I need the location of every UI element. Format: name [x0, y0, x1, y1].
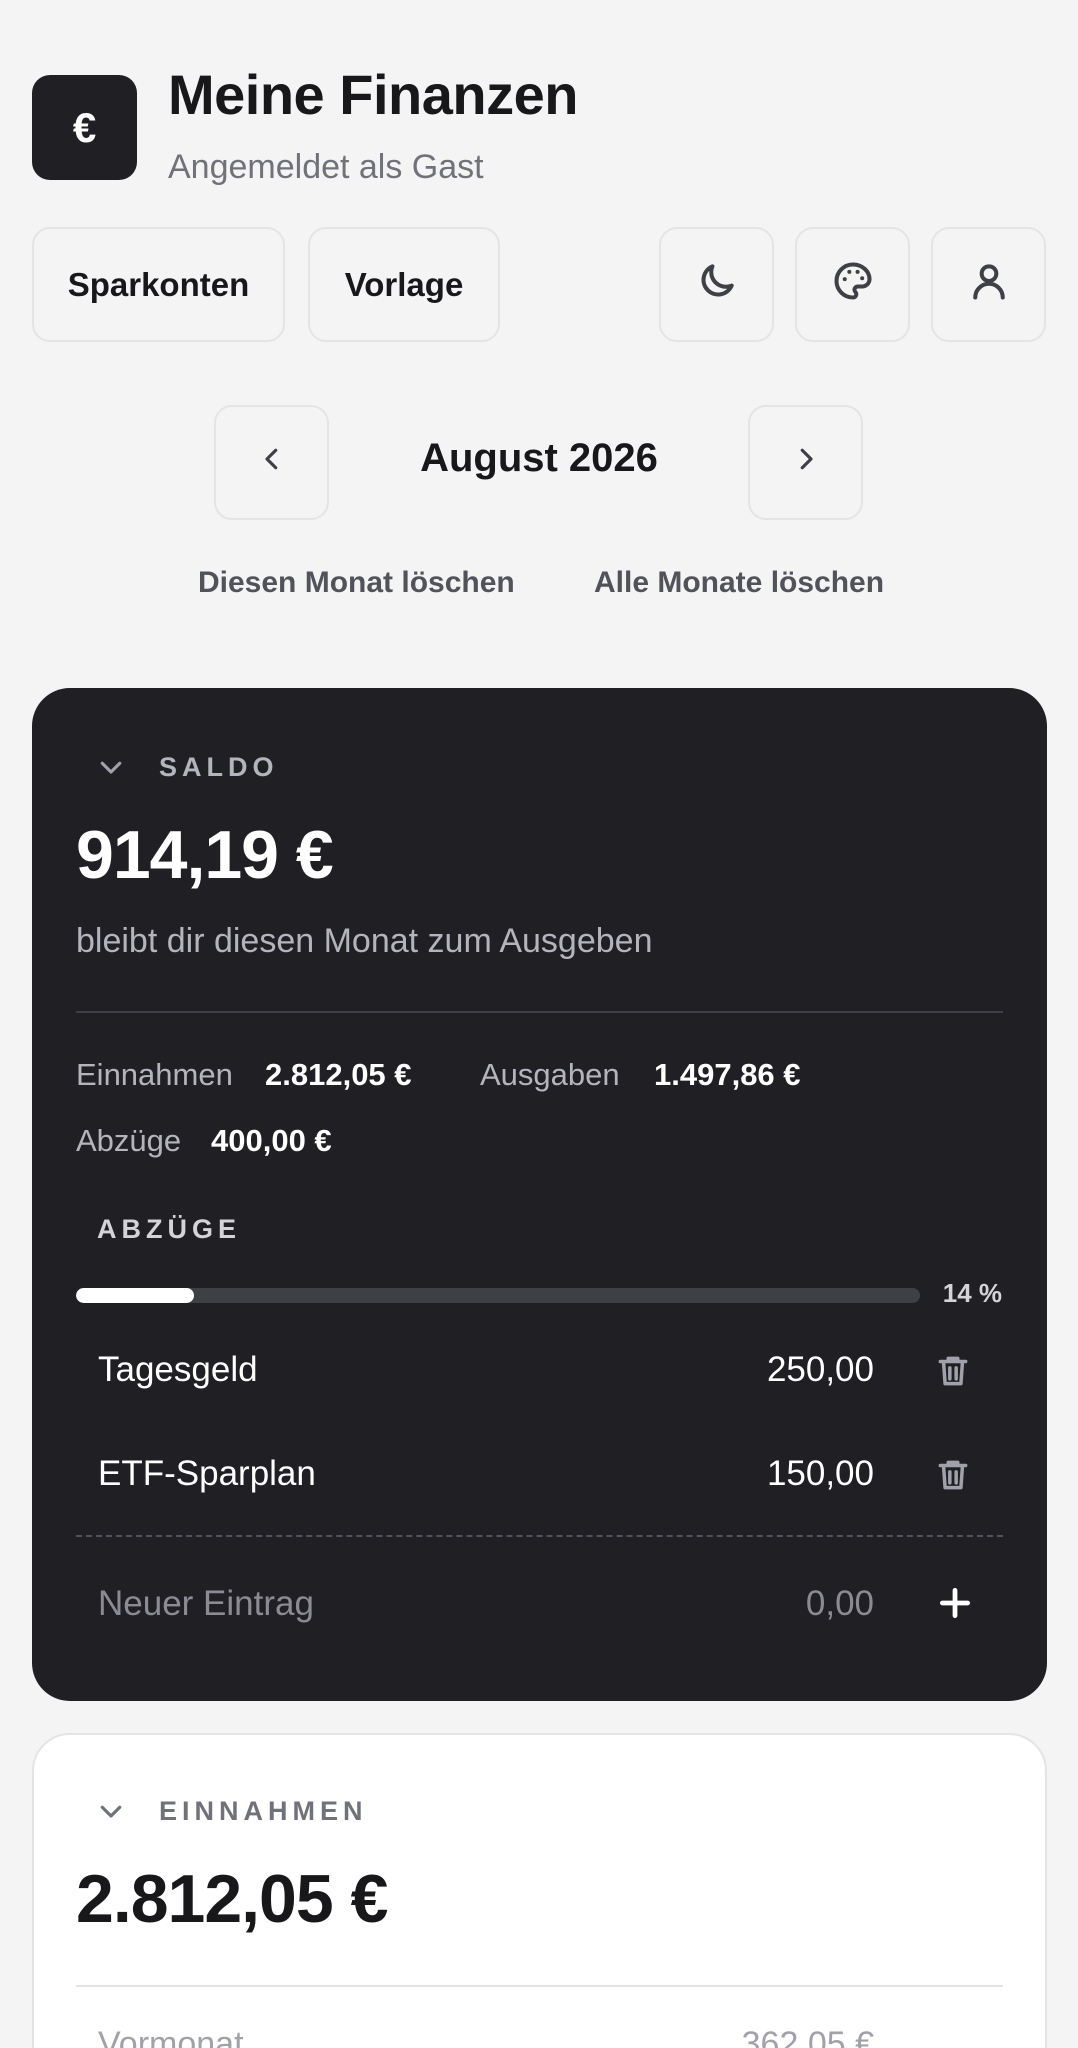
- collapse-balance-toggle[interactable]: [96, 752, 126, 787]
- chevron-right-icon: [791, 444, 821, 482]
- deductions-progress-bar: [76, 1288, 920, 1303]
- deductions-stat-value: 400,00 €: [211, 1123, 332, 1158]
- collapse-income-toggle[interactable]: [96, 1796, 126, 1831]
- add-entry-button[interactable]: [936, 1584, 976, 1624]
- template-button[interactable]: Vorlage: [308, 227, 500, 342]
- current-month: August 2026: [420, 436, 658, 480]
- savings-accounts-button[interactable]: Sparkonten: [32, 227, 285, 342]
- delete-all-months-button[interactable]: Alle Monate löschen: [594, 566, 884, 600]
- divider: [76, 1011, 1003, 1013]
- profile-button[interactable]: [931, 227, 1046, 342]
- moon-icon: [695, 259, 739, 311]
- previous-month-button[interactable]: [214, 405, 329, 520]
- plus-icon: [936, 1587, 974, 1626]
- previous-month-value: 362,05 €: [741, 2025, 874, 2048]
- divider: [76, 1985, 1003, 1987]
- new-entry-value-input[interactable]: 0,00: [674, 1584, 874, 1624]
- expenses-stat-value: 1.497,86 €: [654, 1057, 801, 1092]
- income-stat-label: Einnahmen: [76, 1057, 233, 1092]
- chevron-down-icon: [96, 761, 126, 786]
- chevron-down-icon: [96, 1805, 126, 1830]
- user-icon: [967, 259, 1011, 311]
- page-title: Meine Finanzen: [168, 63, 578, 126]
- delete-entry-button[interactable]: [934, 1456, 976, 1498]
- previous-month-label: Vormonat: [98, 2025, 244, 2048]
- expenses-stat-label: Ausgaben: [480, 1057, 620, 1092]
- balance-amount: 914,19 €: [76, 817, 334, 893]
- chevron-left-icon: [257, 444, 287, 482]
- deductions-progress-fill: [76, 1288, 195, 1303]
- palette-icon: [831, 259, 875, 311]
- next-month-button[interactable]: [748, 405, 863, 520]
- income-amount: 2.812,05 €: [76, 1861, 388, 1937]
- new-entry-name-input[interactable]: Neuer Eintrag: [98, 1584, 314, 1624]
- deductions-progress-percent: 14 %: [942, 1278, 1002, 1308]
- delete-entry-button[interactable]: [934, 1352, 976, 1394]
- deductions-stat-label: Abzüge: [76, 1123, 182, 1158]
- balance-label: SALDO: [159, 752, 279, 782]
- dashed-divider: [76, 1535, 1003, 1537]
- entry-name-tagesgeld[interactable]: Tagesgeld: [98, 1350, 258, 1390]
- deductions-section-title: ABZÜGE: [97, 1214, 241, 1244]
- entry-value-tagesgeld[interactable]: 250,00: [674, 1350, 874, 1390]
- theme-toggle-button[interactable]: [659, 227, 774, 342]
- income-label: EINNAHMEN: [159, 1796, 368, 1826]
- income-stat-value: 2.812,05 €: [265, 1057, 412, 1092]
- app-logo: €: [32, 75, 137, 180]
- login-status: Angemeldet als Gast: [168, 148, 484, 186]
- entry-name-etf[interactable]: ETF-Sparplan: [98, 1454, 316, 1494]
- entry-value-etf[interactable]: 150,00: [674, 1454, 874, 1494]
- trash-icon: [934, 1356, 972, 1394]
- euro-icon: €: [72, 103, 97, 151]
- palette-button[interactable]: [795, 227, 910, 342]
- delete-month-button[interactable]: Diesen Monat löschen: [198, 566, 515, 600]
- balance-caption: bleibt dir diesen Monat zum Ausgeben: [76, 922, 653, 960]
- trash-icon: [934, 1460, 972, 1498]
